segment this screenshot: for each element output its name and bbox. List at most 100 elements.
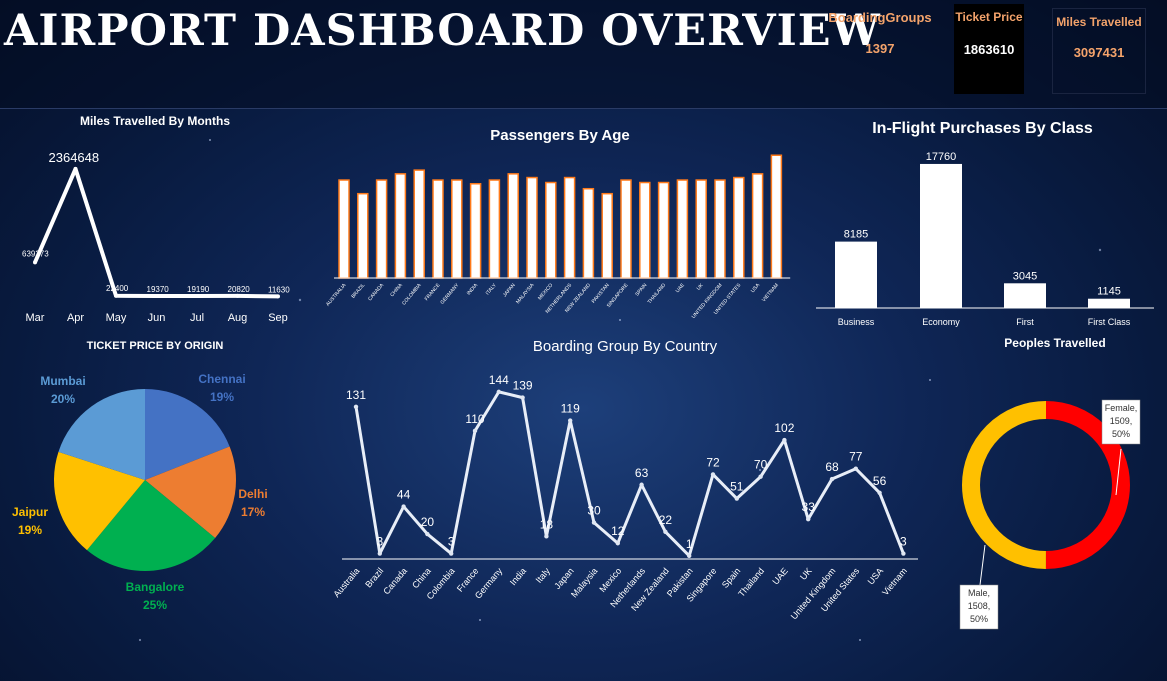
boarding-point bbox=[591, 520, 597, 525]
kpi-value: 3097431 bbox=[1073, 45, 1125, 60]
boarding-data-label: 3 bbox=[900, 535, 907, 549]
boarding-point bbox=[496, 389, 501, 395]
age-chart-title: Passengers By Age bbox=[490, 127, 630, 144]
class-data-label: 3045 bbox=[1013, 270, 1037, 282]
age-bar bbox=[413, 169, 425, 279]
age-bar bbox=[338, 179, 350, 279]
miles-point bbox=[73, 166, 78, 171]
class-data-label: 8185 bbox=[844, 229, 868, 241]
boarding-point bbox=[449, 551, 454, 556]
age-bar bbox=[469, 183, 482, 279]
boarding-x-tick-label: Canada bbox=[381, 566, 409, 597]
boarding-point bbox=[401, 504, 406, 509]
boarding-data-label: 119 bbox=[561, 402, 580, 416]
boarding-point bbox=[758, 474, 763, 479]
age-bar bbox=[394, 173, 407, 279]
boarding-data-label: 20 bbox=[421, 515, 435, 529]
kpi-ticket-price: Ticket Price 1863610 bbox=[954, 4, 1024, 94]
origin-slice-label: Jaipur bbox=[12, 505, 48, 519]
miles-point bbox=[195, 293, 199, 298]
age-x-tick-label: UK bbox=[696, 282, 705, 292]
gender-donut-chart: Female, 1509, 50% Male, 1508, 50% bbox=[959, 399, 1141, 630]
boarding-data-label: 51 bbox=[730, 480, 744, 494]
boarding-point bbox=[520, 395, 525, 400]
boarding-data-label: 3 bbox=[448, 535, 455, 549]
boarding-point bbox=[663, 529, 668, 534]
boarding-data-label: 63 bbox=[635, 466, 649, 480]
age-x-tick-label: USA bbox=[750, 282, 762, 294]
boarding-data-label: 3 bbox=[376, 535, 383, 549]
boarding-data-label: 33 bbox=[802, 500, 816, 514]
boarding-x-tick-label: Italy bbox=[534, 565, 553, 584]
gender-callout-text: Female, bbox=[1105, 403, 1138, 413]
boarding-data-label: 139 bbox=[513, 379, 533, 393]
age-bar bbox=[733, 176, 745, 279]
class-bar bbox=[920, 163, 962, 308]
boarding-point bbox=[734, 496, 739, 501]
boarding-x-tick-label: Australia bbox=[331, 566, 361, 599]
age-bar bbox=[695, 179, 707, 279]
boarding-x-tick-label: UAE bbox=[770, 566, 790, 587]
boarding-point bbox=[806, 516, 811, 522]
boarding-point bbox=[877, 490, 882, 495]
boarding-x-tick-label: Brazil bbox=[363, 566, 385, 590]
miles-x-tick-label: Aug bbox=[228, 312, 248, 324]
boarding-x-tick-label: UK bbox=[798, 566, 814, 582]
boarding-data-label: 1 bbox=[686, 537, 693, 551]
boarding-data-label: 70 bbox=[754, 458, 768, 472]
age-bar bbox=[657, 181, 670, 279]
age-bar bbox=[676, 179, 689, 279]
age-bar bbox=[432, 179, 444, 279]
miles-x-tick-label: Sep bbox=[268, 312, 288, 324]
miles-line-chart: 639273 Mar 2364648 Apr 22400 May 19370 Jun 19190… bbox=[22, 150, 290, 324]
class-bar bbox=[835, 241, 877, 308]
miles-data-label: 639273 bbox=[22, 249, 49, 258]
miles-data-label: 2364648 bbox=[49, 150, 100, 165]
age-bar bbox=[751, 173, 764, 279]
age-x-tick-label: MALAYSIA bbox=[515, 282, 536, 305]
kpi-label: Ticket Price bbox=[955, 10, 1023, 24]
age-bar bbox=[526, 176, 538, 279]
boarding-point bbox=[353, 404, 359, 409]
gender-callout-text: 50% bbox=[1112, 429, 1130, 439]
age-bar bbox=[375, 179, 388, 279]
boarding-point bbox=[687, 553, 692, 559]
gender-chart-title: Peoples Travelled bbox=[1004, 336, 1106, 350]
miles-data-label: 11630 bbox=[268, 285, 290, 294]
class-bar bbox=[1004, 283, 1046, 308]
gender-donut-segment bbox=[962, 401, 1047, 569]
boarding-data-label: 102 bbox=[774, 421, 794, 435]
miles-point bbox=[276, 294, 280, 299]
kpi-value: 1863610 bbox=[963, 42, 1015, 57]
boarding-data-label: 12 bbox=[611, 524, 625, 538]
kpi-boarding-groups: BoardingGroups 1397 bbox=[824, 10, 936, 56]
age-x-tick-label: COLOMBIA bbox=[401, 282, 423, 307]
age-x-tick-label: UAE bbox=[675, 282, 687, 294]
miles-data-label: 22400 bbox=[106, 284, 129, 293]
boarding-point bbox=[544, 534, 549, 539]
age-x-tick-label: THAILAND bbox=[647, 282, 668, 305]
gender-callout-leader bbox=[979, 544, 986, 586]
kpi-label: BoardingGroups bbox=[828, 10, 932, 25]
age-x-tick-label: GERMANY bbox=[439, 282, 460, 306]
age-x-tick-label: JAPAN bbox=[502, 282, 517, 298]
boarding-series-line bbox=[354, 390, 905, 558]
boarding-data-label: 30 bbox=[587, 504, 601, 518]
age-bar bbox=[620, 179, 632, 279]
origin-pie-chart: Chennai 19% Delhi 17% Bangalore 25% Jaipur 19% M… bbox=[12, 372, 268, 612]
class-x-tick-label: First Class bbox=[1088, 317, 1131, 327]
origin-slice-label: Delhi bbox=[238, 487, 267, 501]
class-x-tick-label: Economy bbox=[922, 317, 960, 327]
age-x-tick-label: VIETNAM bbox=[761, 282, 780, 303]
boarding-data-label: 56 bbox=[873, 474, 887, 488]
page-title: AIRPORT DASHBOARD OVERVIEW bbox=[4, 6, 881, 56]
boarding-x-tick-label: China bbox=[410, 566, 433, 590]
boarding-data-label: 44 bbox=[397, 488, 411, 502]
boarding-point bbox=[425, 531, 430, 537]
boarding-point bbox=[853, 466, 858, 471]
class-x-tick-label: Business bbox=[838, 317, 875, 327]
boarding-point bbox=[615, 541, 620, 546]
class-bar-chart: 8185 Business 17760 Economy 3045 First 1145 Fir… bbox=[816, 151, 1154, 327]
age-x-tick-label: FRANCE bbox=[424, 282, 442, 302]
boarding-data-label: 77 bbox=[849, 450, 863, 464]
